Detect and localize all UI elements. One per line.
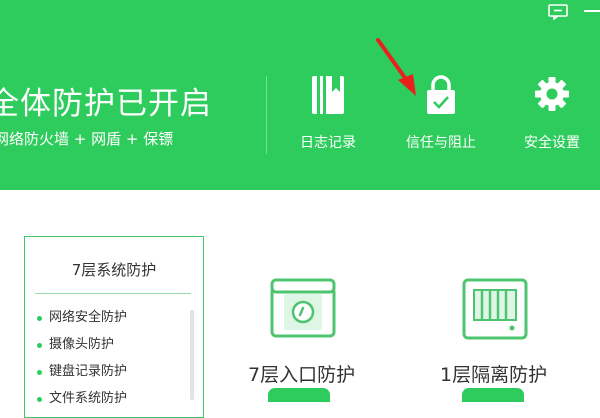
list-item[interactable]: 键盘记录防护: [37, 363, 127, 390]
security-settings-button[interactable]: 安全设置: [506, 74, 598, 154]
list-item-label: 摄像头防护: [49, 337, 115, 352]
protection-status-title: 全体防护已开启: [0, 86, 212, 122]
isolation-box-icon: [462, 278, 528, 340]
panel-divider: [35, 293, 191, 294]
shield-screen-icon: [270, 278, 336, 338]
feedback-icon[interactable]: [548, 4, 568, 20]
bullet-icon: [37, 316, 42, 321]
list-item[interactable]: 网络安全防护: [37, 309, 127, 336]
list-item-label: 文件系统防护: [49, 391, 128, 406]
protection-status-subtitle: 网络防火墙 + 网盾 + 保镖: [0, 130, 174, 148]
trust-block-label: 信任与阻止: [406, 135, 476, 151]
security-settings-label: 安全设置: [524, 135, 580, 151]
log-records-label: 日志记录: [300, 135, 356, 151]
list-item-label: 网络安全防护: [49, 310, 128, 325]
header-banner: 全体防护已开启 网络防火墙 + 网盾 + 保镖 日志记录 信任与阻止 安全设置: [0, 0, 600, 190]
bullet-icon: [37, 343, 42, 348]
minimize-button[interactable]: [584, 10, 600, 12]
panel-title: 7层系统防护: [71, 261, 157, 279]
book-icon: [312, 76, 344, 114]
feature-label-entry: 7层入口防护: [248, 364, 356, 386]
gear-icon: [535, 77, 569, 111]
panel-scrollbar[interactable]: [190, 310, 194, 400]
bullet-icon: [37, 370, 42, 375]
system-protection-panel: 7层系统防护 网络安全防护 摄像头防护 键盘记录防护 文件系统防护: [24, 236, 204, 418]
lock-check-icon: [427, 75, 455, 114]
red-arrow-annotation: [376, 38, 416, 96]
list-item[interactable]: 文件系统防护: [37, 390, 127, 417]
protection-list: 网络安全防护 摄像头防护 键盘记录防护 文件系统防护: [37, 309, 127, 417]
feature-label-isolation: 1层隔离防护: [440, 364, 548, 386]
list-item-label: 键盘记录防护: [49, 364, 128, 379]
list-item[interactable]: 摄像头防护: [37, 336, 127, 363]
header-divider: [266, 76, 267, 154]
log-records-button[interactable]: 日志记录: [282, 74, 374, 154]
